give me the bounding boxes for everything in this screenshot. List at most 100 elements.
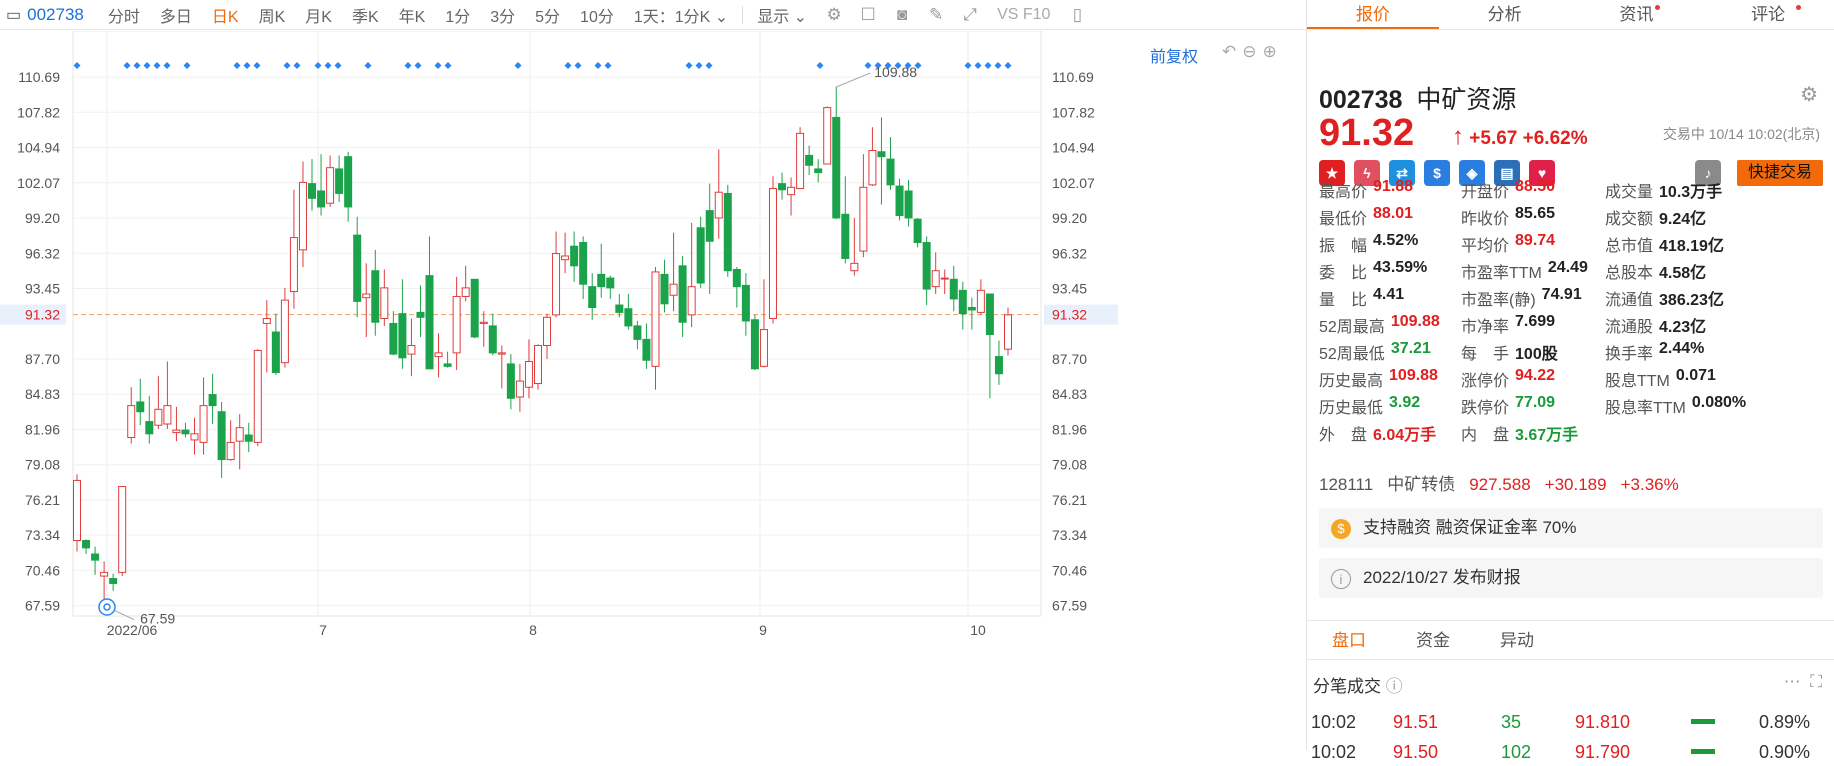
- signal-marker: [864, 62, 872, 69]
- zoom-out-icon[interactable]: ⊖: [1242, 42, 1262, 61]
- trade-cell: 35: [1501, 711, 1522, 732]
- display-menu[interactable]: 显示 ⌄: [747, 3, 817, 27]
- candle-body: [967, 307, 976, 311]
- candle-body: [425, 275, 434, 370]
- expand-icon[interactable]: ⛶: [1810, 672, 1822, 691]
- stat-cell: 量 比 4.41: [1319, 286, 1461, 310]
- candle-body: [678, 265, 687, 323]
- bottom-tab-1[interactable]: 资金: [1391, 621, 1475, 659]
- sidebar-icon[interactable]: ▯: [1060, 5, 1094, 25]
- candle-body: [904, 190, 913, 219]
- stats-grid: 最高价 91.88 开盘价 88.50 成交量 10.3万手 最低价 88.01 昨收价 85.6…: [1319, 176, 1829, 446]
- panel-tab-3[interactable]: 评论: [1702, 0, 1834, 29]
- period-select[interactable]: 1天：1分K ⌄: [624, 3, 738, 27]
- pen-icon[interactable]: ✎: [919, 5, 953, 25]
- signal-marker: [233, 62, 241, 69]
- event-at-icon[interactable]: [98, 598, 116, 616]
- stats-row: 历史最低 3.92 跌停价 77.09 股息率TTM 0.080%: [1319, 392, 1829, 419]
- period-tab-6[interactable]: 年K: [389, 3, 436, 27]
- signal-marker: [1004, 62, 1012, 69]
- period-tab-7[interactable]: 1分: [435, 3, 480, 27]
- stat-value: 94.22: [1515, 366, 1556, 384]
- stat-cell: 振 幅 4.52%: [1319, 232, 1461, 256]
- bottom-tab-0[interactable]: 盘口: [1307, 621, 1391, 659]
- candle-body: [624, 308, 633, 327]
- panel-tabs: 报价 分析 资讯 评论: [1307, 0, 1834, 30]
- panel-tab-0[interactable]: 报价: [1307, 0, 1439, 29]
- period-tab-8[interactable]: 3分: [480, 3, 525, 27]
- settings-gear-icon[interactable]: ⚙: [1800, 82, 1818, 107]
- panel-tab-1[interactable]: 分析: [1439, 0, 1571, 29]
- trade-row: 10:02 91.50 102 91.790 0.90%: [1311, 738, 1831, 766]
- period-tab-3[interactable]: 周K: [249, 3, 296, 27]
- vs-f10-button[interactable]: VS F10: [987, 6, 1060, 24]
- stats-row: 外 盘 6.04万手 内 盘 3.67万手: [1319, 419, 1829, 446]
- stat-label: 成交量: [1605, 183, 1654, 201]
- info-icon[interactable]: ⓘ: [1386, 677, 1403, 696]
- stat-cell: 成交额 9.24亿: [1605, 205, 1805, 229]
- stat-label: 历史最高: [1319, 372, 1384, 390]
- zoom-controls[interactable]: ↶⊖⊕: [1222, 42, 1283, 62]
- panel-toggle-icon[interactable]: ▭: [6, 5, 21, 25]
- xtick-label: 10: [970, 622, 986, 638]
- candle-body: [597, 273, 606, 288]
- stat-value: 9.24亿: [1659, 210, 1707, 228]
- stat-value: 24.49: [1547, 258, 1588, 276]
- period-tab-4[interactable]: 月K: [295, 3, 342, 27]
- camera-icon[interactable]: ◙: [885, 5, 919, 25]
- zoom-in-icon[interactable]: ⊕: [1263, 42, 1283, 61]
- candle-body: [371, 270, 380, 323]
- stat-label: 量 比: [1319, 291, 1368, 309]
- trade-cell: 102: [1501, 741, 1532, 762]
- panel-tab-label: 评论: [1751, 5, 1786, 24]
- period-tab-5[interactable]: 季K: [342, 3, 389, 27]
- stat-value: 4.23亿: [1659, 318, 1707, 336]
- signal-marker: [283, 62, 291, 69]
- signal-marker: [314, 62, 322, 69]
- candle-body: [217, 411, 226, 461]
- ytick-right: 76.21: [1052, 492, 1087, 508]
- candle-body: [976, 289, 985, 313]
- stat-cell: 52周最高 109.88: [1319, 313, 1461, 337]
- trade-cell: 91.810: [1575, 711, 1631, 732]
- period-tab-2[interactable]: 日K: [202, 3, 249, 27]
- candle-body: [778, 183, 787, 191]
- more-icon[interactable]: ⋯: [1784, 672, 1801, 691]
- signal-marker: [695, 62, 703, 69]
- ytick-left: 107.82: [17, 104, 60, 120]
- quote-panel: 报价 分析 资讯 评论 002738 中矿资源 ⚙ 91.32 ↑ +5.67 +6.…: [1306, 0, 1834, 762]
- fuquan-button[interactable]: 前复权: [1150, 43, 1198, 67]
- stat-cell: 总股本 4.58亿: [1605, 259, 1805, 283]
- period-tab-10[interactable]: 10分: [570, 3, 624, 27]
- candle-body: [524, 360, 533, 388]
- bottom-tab-2[interactable]: 异动: [1475, 621, 1559, 659]
- fullscreen-icon[interactable]: ⤢: [953, 5, 987, 25]
- panel-tab-2[interactable]: 资讯: [1571, 0, 1703, 29]
- period-tab-0[interactable]: 分时: [98, 3, 150, 27]
- candle-body: [949, 278, 958, 300]
- stat-value: 85.65: [1515, 204, 1556, 222]
- stat-cell: 历史最高 109.88: [1319, 367, 1461, 391]
- candle-body: [1004, 314, 1012, 350]
- kline-chart[interactable]: 110.69 110.69 107.82 107.82 104.94 104.94 102.…: [0, 31, 1306, 750]
- stat-cell: 昨收价 85.65: [1461, 205, 1605, 229]
- candle-body: [380, 287, 389, 320]
- signal-marker: [444, 62, 452, 69]
- convertible-bond[interactable]: 128111 中矿转债 927.588 +30.189 +3.36%: [1319, 470, 1693, 495]
- stats-row: 最低价 88.01 昨收价 85.65 成交额 9.24亿: [1319, 203, 1829, 230]
- period-tab-1[interactable]: 多日: [150, 3, 202, 27]
- gear-icon[interactable]: ⚙: [817, 5, 851, 25]
- signal-marker: [594, 62, 602, 69]
- ytick-right: 79.08: [1052, 457, 1087, 473]
- signal-marker: [964, 62, 972, 69]
- ytick-right: 104.94: [1052, 140, 1095, 156]
- candle-body: [262, 318, 271, 324]
- ytick-left: 104.94: [17, 140, 60, 156]
- candle-body: [100, 571, 109, 577]
- xtick-label: 9: [759, 622, 767, 638]
- period-tab-9[interactable]: 5分: [525, 3, 570, 27]
- signal-marker: [816, 62, 824, 69]
- undo-icon[interactable]: ↶: [1222, 42, 1242, 61]
- checkbox-icon[interactable]: ☐: [851, 5, 885, 25]
- candle-body: [208, 394, 217, 407]
